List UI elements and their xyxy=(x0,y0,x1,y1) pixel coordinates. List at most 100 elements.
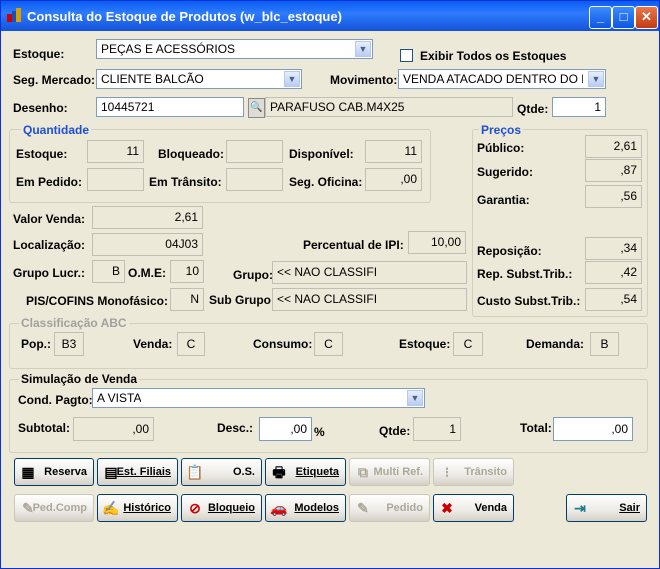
em-pedido-label: Em Pedido: xyxy=(16,175,83,189)
pedido-icon: ✎ xyxy=(357,500,369,516)
garantia-label: Garantia: xyxy=(477,193,530,207)
sugerido-label: Sugerido: xyxy=(477,165,533,179)
sub-grupo-label: Sub Grupo: xyxy=(209,293,275,307)
etiqueta-button[interactable]: 🖶 Etiqueta xyxy=(265,458,346,486)
localizacao-field: 04J03 xyxy=(92,233,203,256)
q-estoque-field: 11 xyxy=(87,140,144,163)
precos-title: Preços xyxy=(479,123,524,137)
percentual-ipi-label: Percentual de IPI: xyxy=(303,238,404,252)
qtde-input[interactable]: 1 xyxy=(552,97,606,117)
chevron-down-icon[interactable]: ▼ xyxy=(588,71,604,87)
pop-label: Pop.: xyxy=(21,337,51,351)
total-input[interactable]: ,00 xyxy=(553,417,633,441)
pis-cofins-field: N xyxy=(170,288,204,311)
multi-ref-button[interactable]: ⧉ Multi Ref. xyxy=(349,458,430,486)
subtotal-label: Subtotal: xyxy=(18,421,70,435)
history-icon: ✍ xyxy=(102,500,120,516)
exibir-todos-label: Exibir Todos os Estoques xyxy=(420,49,567,63)
block-icon: ⊘ xyxy=(189,500,201,516)
em-transito-field xyxy=(226,168,283,191)
total-label: Total: xyxy=(520,421,552,435)
minimize-button[interactable]: _ xyxy=(589,6,612,29)
cond-pagto-label: Cond. Pagto: xyxy=(18,393,93,407)
desenho-input[interactable]: 10445721 xyxy=(96,97,244,117)
seg-oficina-label: Seg. Oficina: xyxy=(289,175,363,189)
bloqueado-label: Bloqueado: xyxy=(158,147,224,161)
modelos-button[interactable]: 🚗 Modelos xyxy=(265,494,346,522)
consumo-label: Consumo: xyxy=(253,337,313,351)
percentual-ipi-field: 10,00 xyxy=(408,231,466,254)
disponivel-label: Disponível: xyxy=(289,147,354,161)
rep-subst-field: ,42 xyxy=(585,261,642,284)
seg-oficina-field: ,00 xyxy=(365,168,422,191)
seg-mercado-label: Seg. Mercado: xyxy=(13,73,96,87)
reserva-button[interactable]: ▦ Reserva xyxy=(14,458,94,486)
chevron-down-icon[interactable]: ▼ xyxy=(407,390,423,406)
reposicao-label: Reposição: xyxy=(477,244,542,258)
bloqueado-field xyxy=(226,140,283,163)
ome-label: O.M.E: xyxy=(128,266,166,280)
desenho-label: Desenho: xyxy=(13,101,68,115)
app-icon xyxy=(7,8,21,22)
reposicao-field: ,34 xyxy=(585,237,642,260)
sim-qtde-label: Qtde: xyxy=(379,424,411,438)
movimento-label: Movimento: xyxy=(330,73,398,87)
cond-pagto-select[interactable]: A VISTA ▼ xyxy=(92,388,425,408)
rep-subst-label: Rep. Subst.Trib.: xyxy=(477,267,573,281)
chevron-down-icon[interactable]: ▼ xyxy=(355,41,371,57)
descricao-field: PARAFUSO CAB.M4X25 xyxy=(265,97,513,117)
em-transito-label: Em Trânsito: xyxy=(149,175,222,189)
close-button[interactable]: ✕ xyxy=(635,6,658,29)
grupo-field: << NAO CLASSIFI xyxy=(272,261,467,284)
pedido-button[interactable]: ✎ Pedido xyxy=(349,494,430,522)
valor-venda-field: 2,61 xyxy=(92,206,203,229)
abc-estoque-label: Estoque: xyxy=(399,337,451,351)
sim-qtde-field: 1 xyxy=(413,417,461,441)
estoque-select[interactable]: PEÇAS E ACESSÓRIOS ▼ xyxy=(96,39,373,59)
search-icon[interactable]: 🔍 xyxy=(248,98,265,118)
exit-door-icon: ⇥ xyxy=(574,500,586,516)
window-title: Consulta do Estoque de Produtos (w_blc_e… xyxy=(27,9,342,24)
pop-field: B3 xyxy=(54,332,84,356)
seg-mercado-select[interactable]: CLIENTE BALCÃO ▼ xyxy=(96,69,302,89)
grupo-lucr-field: B xyxy=(92,260,125,283)
venda-icon: ✖ xyxy=(441,500,453,516)
os-button[interactable]: 📋 O.S. xyxy=(181,458,262,486)
historico-button[interactable]: ✍ Histórico xyxy=(97,494,178,522)
movimento-select[interactable]: VENDA ATACADO DENTRO DO E ▼ xyxy=(398,69,606,89)
disponivel-field: 11 xyxy=(365,140,422,163)
classificacao-abc-title: Classificação ABC xyxy=(19,316,129,330)
custo-subst-label: Custo Subst.Trib.: xyxy=(477,294,581,308)
transito-button[interactable]: ⁝ Trânsito xyxy=(433,458,514,486)
maximize-button[interactable]: □ xyxy=(612,6,635,29)
demanda-label: Demanda: xyxy=(526,337,585,351)
seg-mercado-select-value: CLIENTE BALCÃO xyxy=(101,72,204,86)
grupo-lucr-label: Grupo Lucr.: xyxy=(13,266,85,280)
exibir-todos-checkbox[interactable] xyxy=(400,49,413,62)
clipboard-icon: 📋 xyxy=(186,464,204,480)
garantia-field: ,56 xyxy=(585,185,642,208)
title-bar: Consulta do Estoque de Produtos (w_blc_e… xyxy=(1,1,659,31)
est-filiais-button[interactable]: ▤ Est. Filiais xyxy=(97,458,178,486)
reserva-icon: ▦ xyxy=(21,464,35,480)
consumo-field: C xyxy=(314,332,343,356)
sugerido-field: ,87 xyxy=(585,159,642,182)
qtde-label: Qtde: xyxy=(517,102,549,116)
ped-comp-button[interactable]: ✎ Ped.Comp xyxy=(14,494,94,522)
multi-ref-icon: ⧉ xyxy=(358,464,368,480)
demanda-field: B xyxy=(590,332,619,356)
chevron-down-icon[interactable]: ▼ xyxy=(284,71,300,87)
venda-button[interactable]: ✖ Venda xyxy=(433,494,514,522)
venda-field: C xyxy=(177,332,205,356)
car-icon: 🚗 xyxy=(270,500,288,516)
venda-label: Venda: xyxy=(133,337,173,351)
subtotal-field: ,00 xyxy=(73,417,154,441)
desc-input[interactable]: ,00 xyxy=(259,417,312,441)
localizacao-label: Localização: xyxy=(13,238,86,252)
em-pedido-field xyxy=(87,168,144,191)
bloqueio-button[interactable]: ⊘ Bloqueio xyxy=(181,494,262,522)
movimento-select-value: VENDA ATACADO DENTRO DO E xyxy=(403,72,583,86)
traffic-light-icon: ⁝ xyxy=(444,464,450,480)
sair-button[interactable]: ⇥ Sair xyxy=(566,494,647,522)
publico-label: Público: xyxy=(477,141,525,155)
